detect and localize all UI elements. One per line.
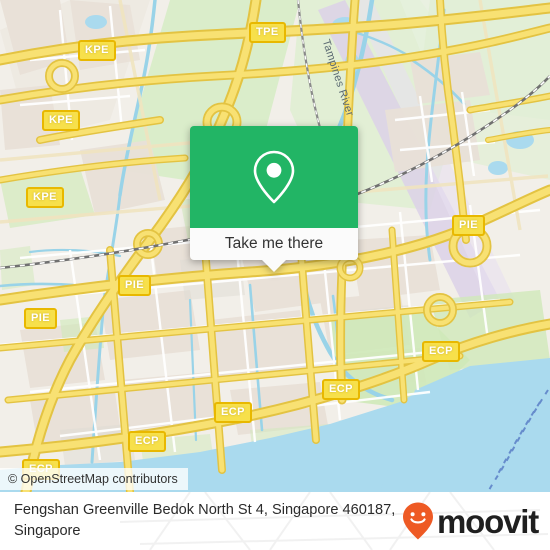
- popup-pin-panel: [190, 126, 358, 228]
- popup-pointer-tail: [261, 259, 287, 272]
- location-popup-card[interactable]: Take me there: [190, 126, 358, 272]
- footer-bar: Fengshan Greenville Bedok North St 4, Si…: [0, 492, 550, 550]
- shield-ecp-4[interactable]: ECP: [128, 431, 166, 452]
- shield-kpe-1[interactable]: KPE: [78, 40, 116, 61]
- shield-kpe-3[interactable]: KPE: [26, 187, 64, 208]
- address-text: Fengshan Greenville Bedok North St 4, Si…: [14, 502, 396, 539]
- osm-attribution-text: © OpenStreetMap contributors: [8, 472, 178, 486]
- map-canvas[interactable]: Tampines River TPE KPE KPE KPE PIE PIE P…: [0, 0, 550, 492]
- moovit-wordmark: moovit: [437, 502, 539, 540]
- shield-pie-1[interactable]: PIE: [452, 215, 485, 236]
- map-pin-icon: [253, 150, 295, 204]
- shield-pie-2[interactable]: PIE: [118, 275, 151, 296]
- take-me-there-label: Take me there: [224, 235, 324, 252]
- moovit-pin-smile-icon: [403, 502, 434, 540]
- osm-attribution[interactable]: © OpenStreetMap contributors: [0, 468, 188, 490]
- shield-ecp-1[interactable]: ECP: [422, 341, 460, 362]
- shield-ecp-2[interactable]: ECP: [322, 379, 360, 400]
- shield-ecp-3[interactable]: ECP: [214, 402, 252, 423]
- take-me-there-button[interactable]: Take me there: [190, 228, 358, 260]
- shield-pie-3[interactable]: PIE: [24, 308, 57, 329]
- moovit-logo[interactable]: moovit: [401, 501, 539, 541]
- shield-kpe-2[interactable]: KPE: [42, 110, 80, 131]
- shield-tpe-1[interactable]: TPE: [249, 22, 286, 43]
